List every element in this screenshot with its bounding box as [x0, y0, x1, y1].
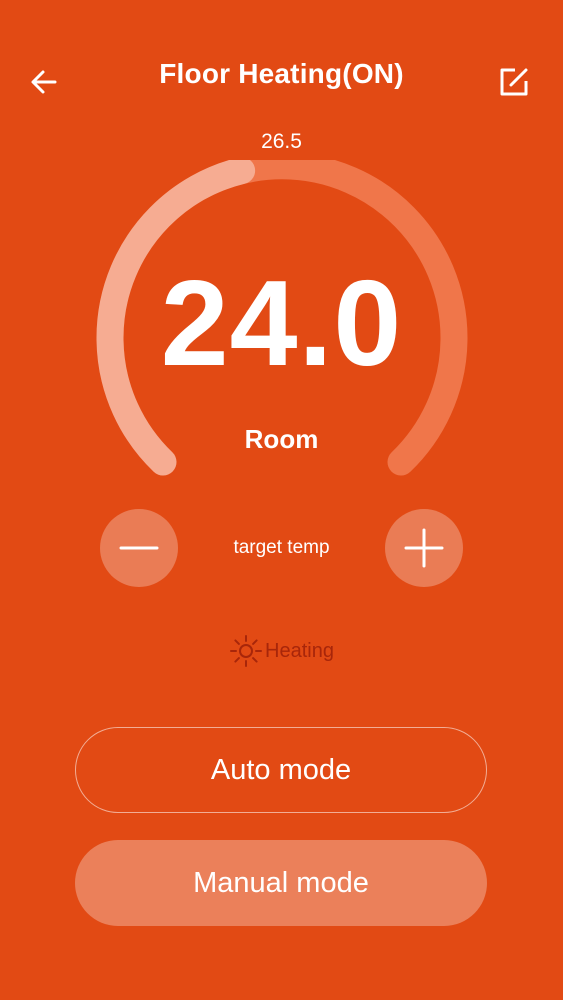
- manual-mode-button[interactable]: Manual mode: [75, 840, 487, 926]
- temperature-label: Room: [244, 424, 319, 454]
- setpoint-value: 26.5: [261, 130, 302, 153]
- target-temp-label: target temp: [233, 537, 330, 558]
- heating-status: Heating: [0, 634, 563, 668]
- plus-icon: [404, 528, 444, 568]
- current-temperature: 24.0: [160, 255, 403, 391]
- page-title: Floor Heating(ON): [159, 58, 404, 89]
- status-text: Heating: [265, 639, 334, 662]
- edit-button[interactable]: [492, 60, 536, 104]
- increase-temp-button[interactable]: [385, 509, 463, 587]
- edit-icon: [500, 68, 528, 96]
- auto-mode-button[interactable]: Auto mode: [75, 727, 487, 813]
- sun-icon: [230, 635, 263, 667]
